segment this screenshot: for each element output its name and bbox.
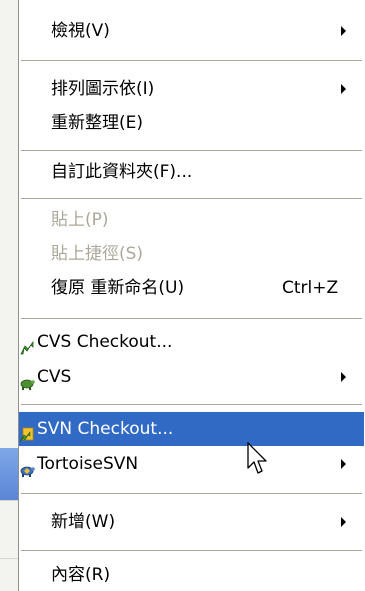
submenu-arrow-icon <box>341 372 346 382</box>
menu-item-label: TortoiseSVN <box>37 454 139 474</box>
menu-item-refresh[interactable]: 重新整理(E) <box>19 106 364 140</box>
menu-item-label: 自訂此資料夾(F)... <box>51 162 193 182</box>
menu-item-label: 內容(R) <box>51 565 111 585</box>
tortoise-svn-icon <box>19 456 35 477</box>
menu-item-label: 檢視(V) <box>51 21 110 41</box>
context-menu: 檢視(V) 排列圖示依(I) 重新整理(E) 自訂此資料夾(F)... 貼上(P… <box>18 0 364 591</box>
tortoise-cvs-icon <box>19 369 35 390</box>
menu-item-tortoisesvn[interactable]: TortoiseSVN <box>19 447 364 481</box>
submenu-arrow-icon <box>341 517 346 527</box>
menu-item-label: 重新整理(E) <box>51 113 144 133</box>
menu-item-label: 復原 重新命名(U) <box>51 278 185 298</box>
menu-item-label: CVS Checkout... <box>37 332 173 352</box>
menu-item-paste[interactable]: 貼上(P) <box>19 203 364 237</box>
menu-item-cvs[interactable]: CVS <box>19 360 364 394</box>
menu-item-cvs-checkout[interactable]: CVS Checkout... <box>19 325 364 359</box>
menu-item-view[interactable]: 檢視(V) <box>19 14 364 48</box>
menu-item-undo-rename[interactable]: 復原 重新命名(U) Ctrl+Z <box>19 271 364 305</box>
svn-checkout-icon <box>19 421 35 443</box>
menu-item-label: 貼上捷徑(S) <box>51 244 144 264</box>
menu-item-properties[interactable]: 內容(R) <box>19 558 364 591</box>
menu-item-label: SVN Checkout... <box>37 419 174 439</box>
menu-item-svn-checkout[interactable]: SVN Checkout... <box>19 412 364 446</box>
menu-item-label: 貼上(P) <box>51 210 109 230</box>
cvs-checkout-icon <box>19 334 35 355</box>
menu-item-label: 排列圖示依(I) <box>51 79 155 99</box>
menu-separator <box>21 198 362 199</box>
submenu-arrow-icon <box>341 26 346 36</box>
menu-item-label: 新增(W) <box>51 512 116 532</box>
menu-item-label: CVS <box>37 367 72 387</box>
menu-separator <box>21 318 362 319</box>
menu-separator <box>21 404 362 405</box>
menu-separator <box>21 150 362 151</box>
menu-item-shortcut: Ctrl+Z <box>282 278 339 298</box>
menu-item-arrange-icons[interactable]: 排列圖示依(I) <box>19 72 364 106</box>
menu-separator <box>21 550 362 551</box>
submenu-arrow-icon <box>341 84 346 94</box>
menu-separator <box>21 60 362 61</box>
menu-item-customize-folder[interactable]: 自訂此資料夾(F)... <box>19 155 364 189</box>
mouse-pointer-icon <box>247 442 267 474</box>
desktop-area: 檢視(V) 排列圖示依(I) 重新整理(E) 自訂此資料夾(F)... 貼上(P… <box>0 0 365 591</box>
menu-item-paste-shortcut[interactable]: 貼上捷徑(S) <box>19 237 364 271</box>
submenu-arrow-icon <box>341 459 346 469</box>
menu-separator <box>21 493 362 494</box>
menu-item-new[interactable]: 新增(W) <box>19 505 364 539</box>
